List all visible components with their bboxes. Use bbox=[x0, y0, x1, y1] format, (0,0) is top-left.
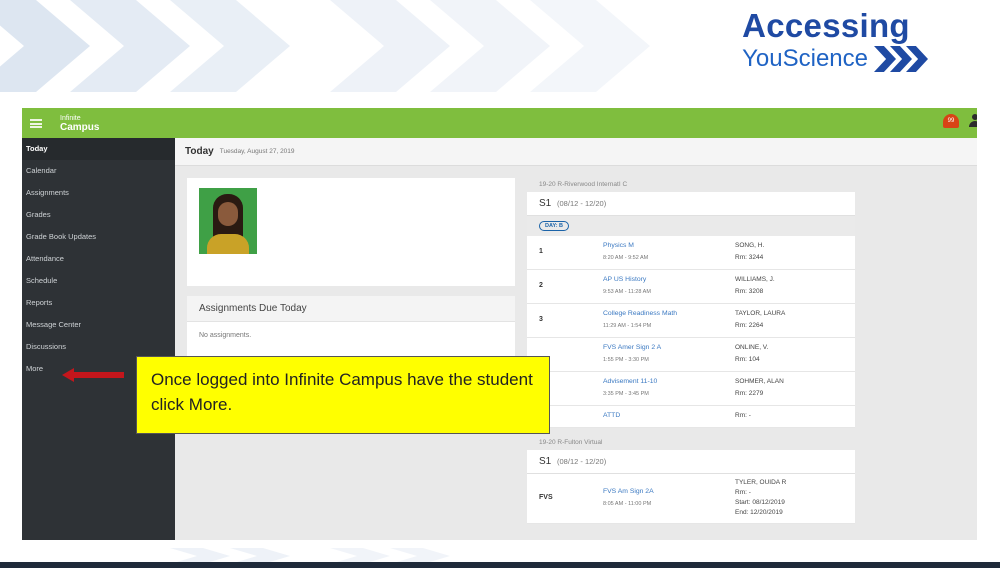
period-row: 1 Physics M 8:20 AM - 9:52 AM SONG, H. R… bbox=[527, 236, 855, 270]
start-date: Start: 08/12/2019 bbox=[735, 499, 785, 506]
term-dates: (08/12 - 12/20) bbox=[557, 457, 607, 466]
day-badge: DAY: B bbox=[539, 221, 570, 231]
course-link[interactable]: College Readiness Math bbox=[603, 310, 677, 317]
sidebar-item-discussions[interactable]: Discussions bbox=[22, 336, 175, 358]
period-time: 11:29 AM - 1:54 PM bbox=[603, 323, 652, 329]
brand-big-text: Campus bbox=[60, 122, 100, 133]
teacher-name: TAYLOR, LAURA bbox=[735, 310, 786, 317]
period-time: 8:20 AM - 9:52 AM bbox=[603, 255, 649, 261]
school-label: 19-20 R-Fulton Virtual bbox=[539, 439, 603, 446]
period-time: 3:35 PM - 3:45 PM bbox=[603, 391, 649, 397]
red-arrow-icon bbox=[62, 368, 124, 382]
slide-bottom-line bbox=[0, 562, 1000, 568]
infinite-campus-screenshot: Infinite Campus 99 Today Calendar Assign… bbox=[22, 108, 977, 540]
period-row: 3 College Readiness Math 11:29 AM - 1:54… bbox=[527, 304, 855, 338]
logo-title: Accessing bbox=[742, 7, 910, 44]
slide-chevron-decoration bbox=[0, 0, 700, 92]
course-link[interactable]: ATTD bbox=[603, 412, 620, 419]
sidebar-item-schedule[interactable]: Schedule bbox=[22, 270, 175, 292]
teacher-name: SONG, H. bbox=[735, 242, 765, 249]
user-icon[interactable] bbox=[969, 114, 977, 128]
room: Rm: 104 bbox=[735, 356, 760, 363]
main-content: Today Tuesday, August 27, 2019 Assignmen… bbox=[175, 138, 977, 540]
term-header: S1 (08/12 - 12/20) bbox=[527, 192, 855, 216]
room: Rm: 3244 bbox=[735, 254, 764, 261]
room: Rm: 2279 bbox=[735, 390, 764, 397]
youscience-logo: Accessing YouScience bbox=[742, 6, 928, 74]
student-profile-card bbox=[187, 178, 515, 286]
term-name: S1 bbox=[539, 456, 552, 467]
room: Rm: - bbox=[735, 412, 751, 419]
period-time: 9:53 AM - 11:28 AM bbox=[603, 289, 651, 295]
callout-text: Once logged into Infinite Campus have th… bbox=[151, 370, 533, 414]
page-title: Today bbox=[185, 146, 214, 157]
sidebar-item-assignments[interactable]: Assignments bbox=[22, 182, 175, 204]
period-row: Advisement 11-10 3:35 PM - 3:45 PM SOHME… bbox=[527, 372, 855, 406]
course-link[interactable]: FVS Am Sign 2A bbox=[603, 488, 654, 495]
course-link[interactable]: AP US History bbox=[603, 276, 646, 283]
term-dates: (08/12 - 12/20) bbox=[557, 199, 607, 208]
app-topbar: Infinite Campus 99 bbox=[22, 108, 977, 138]
page-date: Tuesday, August 27, 2019 bbox=[219, 148, 295, 155]
sidebar: Today Calendar Assignments Grades Grade … bbox=[22, 138, 175, 540]
sidebar-item-message-center[interactable]: Message Center bbox=[22, 314, 175, 336]
assignments-empty-text: No assignments. bbox=[199, 332, 252, 339]
sidebar-item-grades[interactable]: Grades bbox=[22, 204, 175, 226]
room: Rm: 3208 bbox=[735, 288, 764, 295]
menu-icon[interactable] bbox=[30, 118, 42, 128]
term-header: S1 (08/12 - 12/20) bbox=[527, 450, 855, 474]
instruction-callout: Once logged into Infinite Campus have th… bbox=[136, 356, 550, 434]
day-row: DAY: B bbox=[527, 216, 855, 236]
room: Rm: 2264 bbox=[735, 322, 764, 329]
sidebar-item-today[interactable]: Today bbox=[22, 138, 175, 160]
teacher-name: SOHMER, ALAN bbox=[735, 378, 784, 385]
assignments-heading: Assignments Due Today bbox=[187, 296, 515, 322]
teacher-name: TYLER, OUIDA R bbox=[735, 479, 787, 486]
room: Rm: - bbox=[735, 489, 751, 496]
student-photo bbox=[199, 188, 257, 254]
campus-logo[interactable]: Infinite Campus bbox=[60, 114, 100, 133]
chevron-arrows-icon bbox=[874, 46, 928, 72]
sidebar-item-attendance[interactable]: Attendance bbox=[22, 248, 175, 270]
period-row: 2 AP US History 9:53 AM - 11:28 AM WILLI… bbox=[527, 270, 855, 304]
logo-subtitle: YouScience bbox=[742, 45, 868, 72]
period-number: 2 bbox=[539, 282, 543, 289]
period-time: 1:55 PM - 3:30 PM bbox=[603, 357, 649, 363]
period-row: FVS Amer Sign 2 A 1:55 PM - 3:30 PM ONLI… bbox=[527, 338, 855, 372]
period-time: 8:05 AM - 11:00 PM bbox=[603, 501, 652, 507]
period-number: 3 bbox=[539, 316, 543, 323]
period-number: FVS bbox=[539, 494, 553, 501]
end-date: End: 12/20/2019 bbox=[735, 509, 783, 516]
course-link[interactable]: Advisement 11-10 bbox=[603, 378, 657, 385]
notification-bell-icon[interactable]: 99 bbox=[943, 114, 959, 128]
teacher-name: WILLIAMS, J. bbox=[735, 276, 775, 283]
schedule-panel: 19-20 R-Riverwood InternatI C S1 (08/12 … bbox=[527, 178, 855, 524]
teacher-name: ONLINE, V. bbox=[735, 344, 769, 351]
period-row: FVS FVS Am Sign 2A 8:05 AM - 11:00 PM TY… bbox=[527, 474, 855, 524]
notification-count: 99 bbox=[947, 118, 955, 124]
sidebar-item-grade-book-updates[interactable]: Grade Book Updates bbox=[22, 226, 175, 248]
sidebar-item-calendar[interactable]: Calendar bbox=[22, 160, 175, 182]
term-name: S1 bbox=[539, 198, 552, 209]
sidebar-item-reports[interactable]: Reports bbox=[22, 292, 175, 314]
assignments-due-card: Assignments Due Today No assignments. bbox=[187, 296, 515, 356]
period-row: TD ATTD Rm: - bbox=[527, 406, 855, 428]
school-label: 19-20 R-Riverwood InternatI C bbox=[539, 181, 628, 188]
course-link[interactable]: FVS Amer Sign 2 A bbox=[603, 344, 661, 351]
period-number: 1 bbox=[539, 248, 543, 255]
page-header: Today Tuesday, August 27, 2019 bbox=[175, 138, 977, 166]
course-link[interactable]: Physics M bbox=[603, 242, 634, 249]
teacher-details: TYLER, OUIDA R Rm: - Start: 08/12/2019 E… bbox=[735, 478, 786, 518]
